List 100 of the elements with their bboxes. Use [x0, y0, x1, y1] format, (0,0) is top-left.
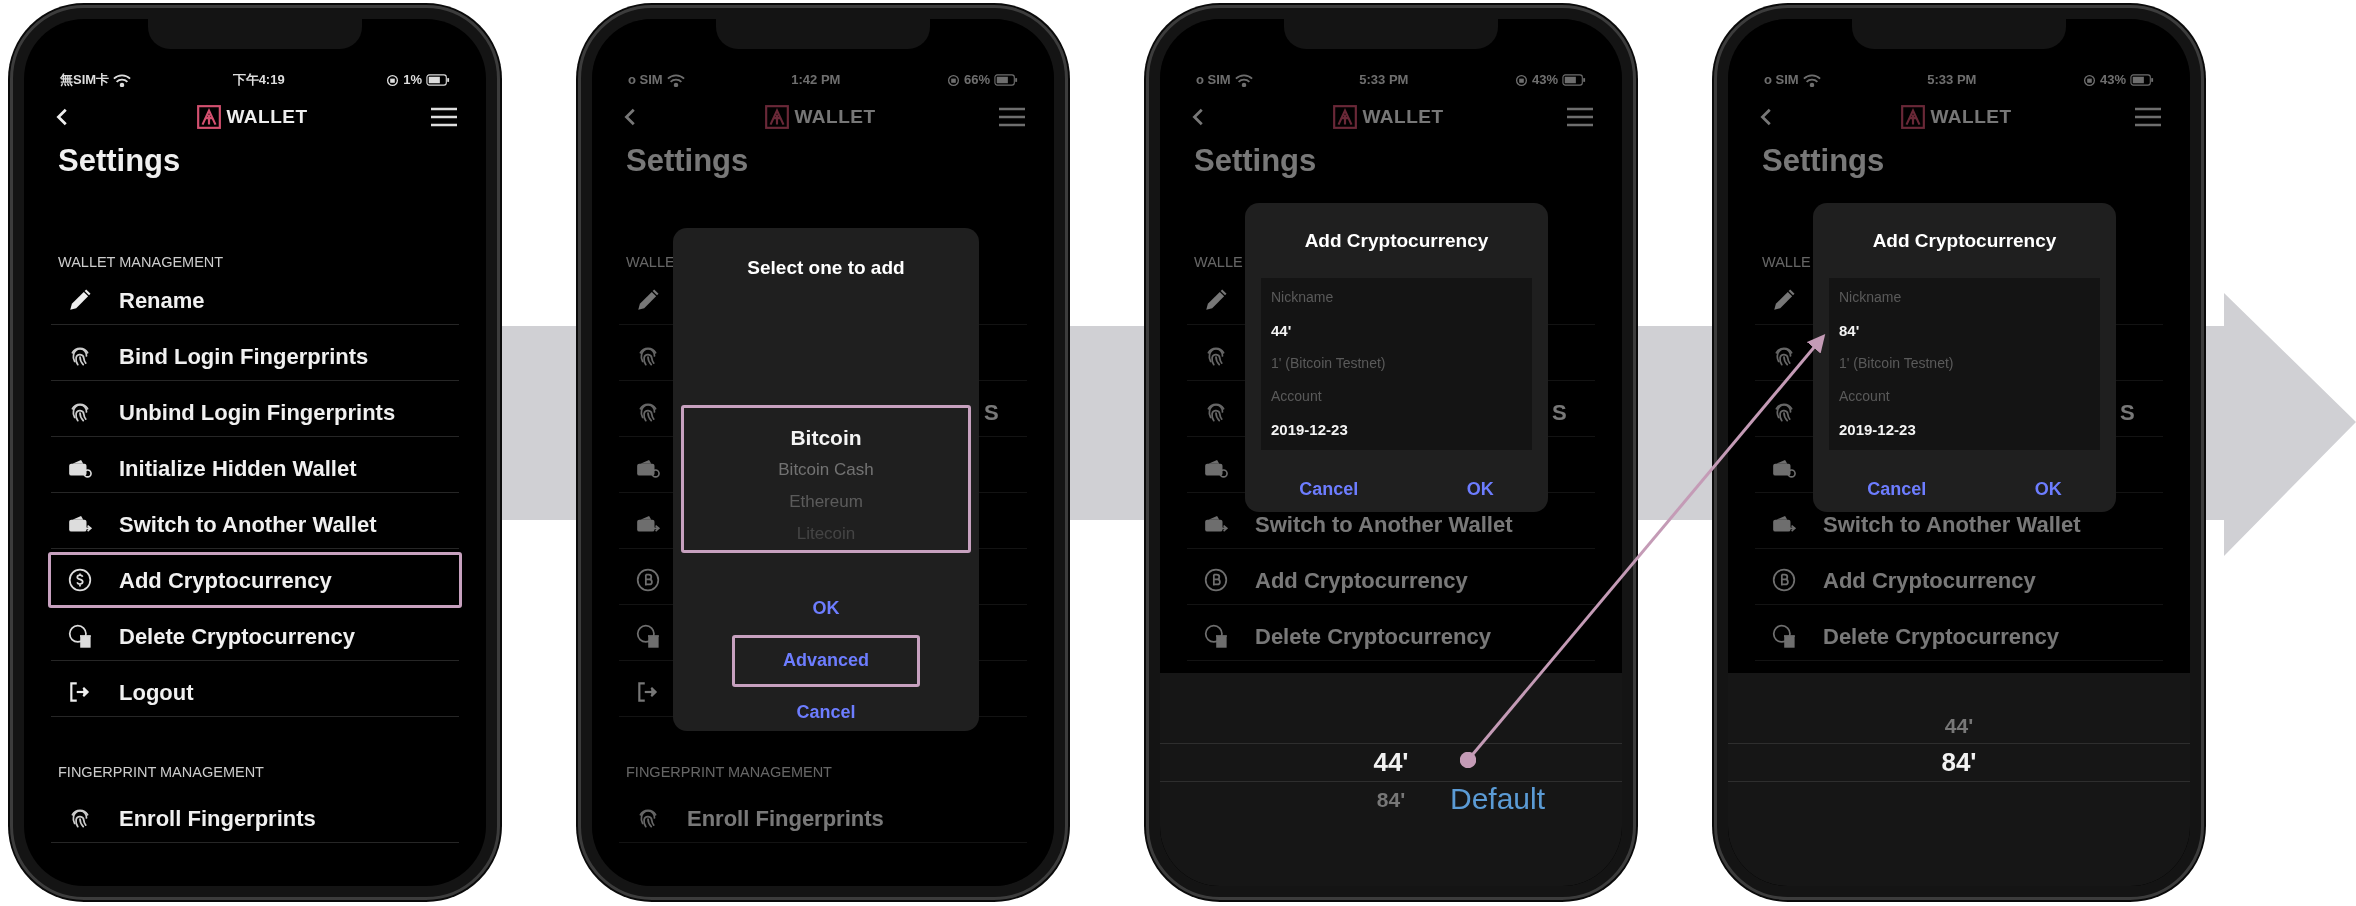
field-value[interactable]: 2019-12-23: [1271, 412, 1522, 446]
field-value[interactable]: 84': [1839, 313, 2090, 347]
logo-icon: [196, 104, 223, 130]
carrier-text: o SIM: [628, 71, 663, 90]
menu-item[interactable]: Delete Cryptocurrency: [1752, 608, 2166, 664]
field-value[interactable]: 44': [1271, 313, 1522, 347]
menu-icon[interactable]: [430, 106, 458, 128]
app-title: WALLET: [226, 104, 308, 129]
menu-item[interactable]: Rename: [48, 272, 462, 328]
rotation-lock-icon: [386, 73, 400, 87]
menu-item[interactable]: Add Cryptocurrency: [1752, 552, 2166, 608]
field-label: 1' (Bitcoin Testnet): [1839, 353, 1955, 373]
dialog-button[interactable]: Cancel: [1276, 469, 1382, 510]
logo-icon: [1332, 104, 1359, 130]
picker-option[interactable]: Ethereum: [789, 485, 863, 518]
menu-item[interactable]: Logout: [48, 664, 462, 720]
status-time: 1:42 PM: [791, 71, 841, 90]
battery-icon: [994, 74, 1018, 86]
dialog-button[interactable]: OK: [2011, 469, 2085, 510]
section-heading: WALLET MANAGEMENT: [58, 253, 224, 272]
carrier-text: o SIM: [1764, 71, 1799, 90]
logo-icon: [764, 104, 791, 130]
section-heading: FINGERPRINT MANAGEMENT: [58, 763, 264, 782]
battery-percent: 66%: [963, 71, 990, 90]
battery-percent: 1%: [403, 71, 422, 90]
text-fragment: S: [984, 398, 999, 427]
pencil-icon[interactable]: [635, 287, 661, 313]
field-value[interactable]: 2019-12-23: [1839, 412, 2090, 446]
text-fragment: S: [2120, 398, 2135, 427]
pencil-icon: [67, 287, 93, 313]
dialog-button[interactable]: Cancel: [793, 686, 859, 739]
status-time: 5:33 PM: [1359, 71, 1409, 90]
menu-item[interactable]: Initialize Hidden Wallet: [48, 440, 462, 496]
rotation-lock-icon: [946, 73, 960, 87]
field-label: Account: [1271, 386, 1323, 406]
picker-option[interactable]: Bitcoin Cash: [778, 453, 874, 486]
coin-icon: [1203, 567, 1229, 593]
menu-item[interactable]: Enroll Fingerprints: [616, 790, 1030, 846]
text-fragment: S: [1552, 398, 1567, 427]
coin-trash-icon[interactable]: [635, 623, 661, 649]
status-time: 下午4:19: [232, 71, 285, 90]
app-title: WALLET: [794, 104, 876, 129]
coin-trash-icon: [1203, 623, 1229, 649]
picker-option[interactable]: 44': [1944, 707, 1974, 744]
coin-trash-icon: [1771, 623, 1797, 649]
dialog-button[interactable]: OK: [1443, 469, 1517, 510]
picker-option[interactable]: Bitcoin: [790, 421, 862, 454]
logo-icon: [1900, 104, 1927, 130]
dialog-button[interactable]: Advanced: [732, 634, 920, 687]
page-title: Settings: [57, 142, 182, 180]
field-label: Nickname: [1271, 287, 1335, 307]
wifi-icon: [1234, 73, 1253, 87]
annotation-label: Default: [1450, 782, 1546, 815]
battery-percent: 43%: [2099, 71, 2126, 90]
dialog-title: Add Cryptocurrency: [1303, 229, 1490, 253]
section-heading: WALLE: [1194, 253, 1243, 272]
dialog-title: Select one to add: [746, 256, 906, 280]
pencil-icon[interactable]: [1203, 287, 1229, 313]
dialog-button[interactable]: Cancel: [1844, 469, 1950, 510]
page-title: Settings: [1761, 142, 1886, 180]
status-time: 5:33 PM: [1927, 71, 1977, 90]
menu-item[interactable]: Unbind Login Fingerprints: [48, 384, 462, 440]
rotation-lock-icon: [1514, 73, 1528, 87]
section-heading: WALLE: [1762, 253, 1811, 272]
page-title: Settings: [625, 142, 750, 180]
page-title: Settings: [1193, 142, 1318, 180]
menu-item[interactable]: Switch to Another Wallet: [48, 496, 462, 552]
battery-icon: [426, 74, 450, 86]
pencil-icon[interactable]: [1771, 287, 1797, 313]
coin-icon[interactable]: [635, 567, 661, 593]
dialog-button[interactable]: OK: [809, 582, 843, 635]
battery-percent: 43%: [1531, 71, 1558, 90]
dialog-title: Add Cryptocurrency: [1871, 229, 2058, 253]
dollar-coin-icon: [67, 567, 93, 593]
field-label: Account: [1839, 386, 1891, 406]
wifi-icon: [666, 73, 685, 87]
menu-item[interactable]: Delete Cryptocurrency: [48, 608, 462, 664]
section-heading: WALLE: [626, 253, 675, 272]
picker-option[interactable]: 84': [1941, 744, 1977, 781]
coin-trash-icon: [67, 623, 93, 649]
battery-icon: [1562, 74, 1586, 86]
menu-item[interactable]: Bind Login Fingerprints: [48, 328, 462, 384]
section-heading: FINGERPRINT MANAGEMENT: [626, 763, 832, 782]
wifi-icon: [1802, 73, 1821, 87]
menu-item[interactable]: Enroll Fingerprints: [48, 790, 462, 846]
picker-option[interactable]: 84': [1376, 781, 1406, 818]
coin-icon: [1771, 567, 1797, 593]
battery-icon: [2130, 74, 2154, 86]
carrier-text: 無SIM卡: [60, 71, 110, 90]
wifi-icon: [113, 73, 132, 87]
rotation-lock-icon: [2082, 73, 2096, 87]
menu-item[interactable]: Add Cryptocurrency: [48, 552, 462, 608]
app-title: WALLET: [1930, 104, 2012, 129]
picker-option[interactable]: 44': [1373, 744, 1409, 781]
field-label: Nickname: [1839, 287, 1903, 307]
menu-item[interactable]: Delete Cryptocurrency: [1184, 608, 1598, 664]
field-label: 1' (Bitcoin Testnet): [1271, 353, 1387, 373]
app-title: WALLET: [1362, 104, 1444, 129]
menu-item[interactable]: Add Cryptocurrency: [1184, 552, 1598, 608]
carrier-text: o SIM: [1196, 71, 1231, 90]
